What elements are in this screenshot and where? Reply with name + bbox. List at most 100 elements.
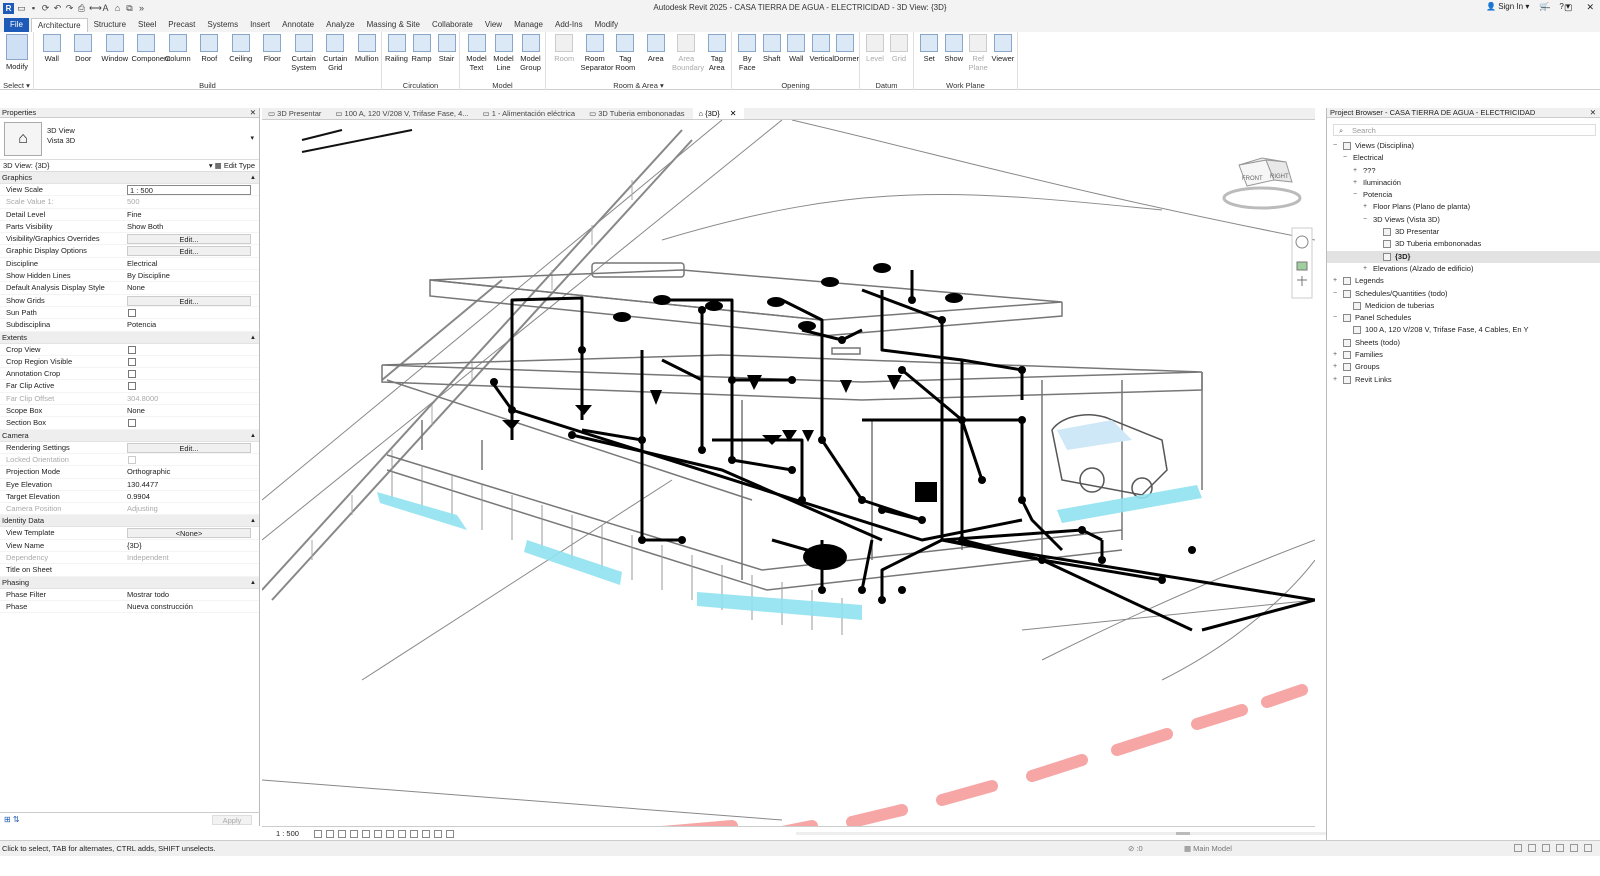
tab-steel[interactable]: Steel [132,18,162,32]
property-checkbox[interactable] [128,419,136,428]
tab-architecture[interactable]: Architecture [30,18,88,32]
work_plane-set-button[interactable]: Set [918,34,941,63]
circulation-railing-button[interactable]: Railing [385,34,408,63]
close-icon[interactable]: ✕ [1586,2,1594,13]
undo-icon[interactable]: ↶ [53,3,62,13]
property-edit-button[interactable]: <None> [127,528,251,539]
build-mullion-button[interactable]: Mullion [352,34,382,63]
collapse-icon[interactable]: ▲ [250,430,256,442]
tab-systems[interactable]: Systems [201,18,244,32]
worksets-indicator[interactable]: ⊘ :0 [1128,841,1143,856]
properties-help-icon[interactable]: ⊞ ⇅ [4,815,34,825]
collapse-icon[interactable]: − [1353,189,1357,201]
filter-icon[interactable] [1584,844,1592,852]
property-checkbox[interactable] [128,382,136,391]
browser-node[interactable]: Medicion de tuberias [1327,300,1600,312]
build-curtain-grid-button[interactable]: Curtain Grid [321,34,351,72]
expand-icon[interactable]: + [1333,349,1337,361]
design-options[interactable]: ▦ Main Model [1184,841,1232,856]
redo-icon[interactable]: ↷ [65,3,74,13]
room_area-area-boundary-button[interactable]: Area Boundary [672,34,704,72]
visual-style-icon[interactable] [326,830,334,838]
opening-by-face-button[interactable]: By Face [736,34,759,72]
property-checkbox[interactable] [128,357,136,366]
expand-icon[interactable]: + [1353,165,1357,177]
expand-icon[interactable]: + [1363,263,1367,275]
section-graphics[interactable]: Graphics ▲ [0,172,259,184]
browser-node[interactable]: − Electrical [1327,152,1600,164]
temporary-hide-icon[interactable] [410,830,418,838]
detail-level-icon[interactable] [314,830,322,838]
work_plane-ref-plane-button[interactable]: Ref Plane [967,34,990,72]
browser-node[interactable]: + Iluminación [1327,177,1600,189]
tab-manage[interactable]: Manage [508,18,549,32]
browser-node[interactable]: + Revit Links [1327,374,1600,386]
expand-icon[interactable]: + [1333,361,1337,373]
property-edit-button[interactable]: Edit... [127,295,251,306]
collapse-icon[interactable]: − [1333,140,1337,152]
sync-icon[interactable]: ⟳ [41,3,50,13]
tab-structure[interactable]: Structure [88,18,132,32]
minimize-icon[interactable]: — [1541,2,1550,13]
collapse-icon[interactable]: − [1363,214,1367,226]
text-icon[interactable]: A [101,3,110,13]
section-phasing[interactable]: Phasing ▲ [0,576,259,589]
browser-node[interactable]: − Views (Disciplina) [1327,140,1600,152]
apply-button[interactable]: Apply [212,815,252,825]
sun-path-icon[interactable] [338,830,346,838]
measure-icon[interactable]: ⟷ [89,3,102,13]
browser-search-input[interactable]: ⌕ Search [1333,124,1596,136]
collapse-icon[interactable]: − [1333,288,1337,300]
section-identity-data[interactable]: Identity Data ▲ [0,515,259,528]
tab-view[interactable]: View [479,18,508,32]
property-checkbox[interactable] [128,308,136,317]
build-component-button[interactable]: Component [132,34,170,63]
tab-analyze[interactable]: Analyze [320,18,360,32]
tab-collaborate[interactable]: Collaborate [426,18,479,32]
property-input[interactable]: 1 : 500 [127,185,251,195]
reveal-hidden-icon[interactable] [422,830,430,838]
lock-view-icon[interactable] [398,830,406,838]
build-column-button[interactable]: Column [163,34,193,63]
browser-node[interactable]: {3D} [1327,250,1600,263]
build-window-button[interactable]: Window [100,34,130,63]
drawing-area[interactable]: FRONT RIGHT [262,120,1315,826]
type-selector[interactable]: ⌂ 3D View Vista 3D ▾ [0,118,259,160]
print-icon[interactable]: ⎙ [77,3,86,13]
build-curtain-system-button[interactable]: Curtain System [289,34,319,72]
analysis-icon[interactable] [446,830,454,838]
collapse-icon[interactable]: ▲ [250,332,256,344]
opening-shaft-button[interactable]: Shaft [761,34,784,63]
datum-level-button[interactable]: Level [864,34,886,63]
room-area-panel-title[interactable]: Room & Area ▾ [546,81,731,90]
opening-wall-button[interactable]: Wall [785,34,808,63]
property-edit-button[interactable]: Edit... [127,442,251,453]
model-model-text-button[interactable]: Model Text [464,34,489,72]
browser-node[interactable]: − Schedules/Quantities (todo) [1327,288,1600,300]
view-tab[interactable]: ▭ 100 A, 120 V/208 V, Trifase Fase, 4... [329,108,476,119]
view-scale[interactable]: 1 : 500 [276,827,299,840]
view-tab[interactable]: ▭ 1 - Alimentación eléctrica [477,108,584,119]
modify-button[interactable]: Modify [5,34,29,71]
close-icon[interactable]: ✕ [250,108,256,118]
crop-view-icon[interactable] [374,830,382,838]
room_area-tag-room-button[interactable]: Tag Room [611,34,640,72]
browser-node[interactable]: + Groups [1327,361,1600,373]
browser-node[interactable]: −3D Views (Vista 3D) [1327,214,1600,226]
browser-node[interactable]: 3D Tuberia embononadas [1327,238,1600,250]
chevron-down-icon[interactable]: ▾ [250,134,254,142]
collapse-icon[interactable]: − [1343,152,1347,164]
viewcube-right-label[interactable]: RIGHT [1270,174,1289,180]
collapse-icon[interactable]: ▲ [250,515,256,527]
open-icon[interactable]: ▭ [17,3,26,13]
property-checkbox[interactable] [128,345,136,354]
property-edit-button[interactable]: Edit... [127,234,251,245]
section-extents[interactable]: Extents ▲ [0,331,259,344]
work_plane-show-button[interactable]: Show [943,34,966,63]
expand-icon[interactable]: + [1333,374,1337,386]
close-icon[interactable]: ✕ [1590,108,1596,118]
tab-file[interactable]: File [4,18,29,32]
drag-elements-icon[interactable] [1570,844,1578,852]
tab-modify[interactable]: Modify [589,18,625,32]
browser-node[interactable]: + Legends [1327,275,1600,287]
